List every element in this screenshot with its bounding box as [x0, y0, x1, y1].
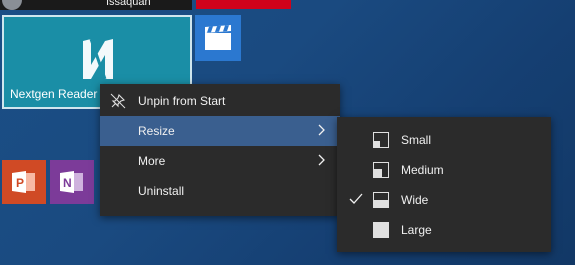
medium-size-icon: [373, 162, 389, 178]
size-option-medium[interactable]: Medium: [337, 155, 551, 185]
resize-submenu: Small Medium Wide Large: [337, 117, 551, 252]
menu-item-label: Unpin from Start: [138, 94, 226, 108]
onenote-icon: N: [60, 171, 83, 193]
size-option-small[interactable]: Small: [337, 125, 551, 155]
menu-item-more[interactable]: More: [100, 146, 340, 176]
size-option-large[interactable]: Large: [337, 215, 551, 245]
tile-powerpoint[interactable]: P: [2, 160, 46, 204]
username-label[interactable]: Issaquah: [106, 0, 151, 8]
size-option-label: Wide: [401, 193, 429, 207]
checkmark-icon: [349, 193, 363, 204]
tile-movies[interactable]: [195, 15, 241, 61]
tile-context-menu: Unpin from Start Resize More Uninstall: [100, 84, 340, 216]
svg-text:P: P: [16, 176, 24, 190]
menu-item-label: More: [138, 154, 166, 168]
chevron-right-icon: [318, 124, 325, 136]
small-size-icon: [373, 132, 389, 148]
powerpoint-icon: P: [12, 171, 35, 193]
large-size-icon: [373, 222, 389, 238]
svg-text:N: N: [63, 176, 72, 190]
menu-item-uninstall[interactable]: Uninstall: [100, 176, 340, 206]
size-option-label: Large: [401, 223, 432, 237]
red-tile[interactable]: [196, 0, 291, 9]
menu-item-label: Uninstall: [138, 184, 185, 198]
wide-size-icon: [373, 192, 389, 208]
tile-label: Nextgen Reader: [10, 87, 98, 101]
menu-item-label: Resize: [138, 124, 175, 138]
unpin-icon: [110, 93, 126, 109]
size-option-label: Medium: [401, 163, 444, 177]
size-option-wide[interactable]: Wide: [337, 185, 551, 215]
nextgen-logo-icon: [83, 38, 113, 80]
menu-item-unpin[interactable]: Unpin from Start: [100, 86, 340, 116]
chevron-right-icon: [318, 154, 325, 166]
user-strip: [0, 0, 192, 10]
tile-onenote[interactable]: N: [50, 160, 94, 204]
menu-item-resize[interactable]: Resize: [100, 116, 340, 146]
size-option-label: Small: [401, 133, 432, 147]
clapperboard-icon: [205, 25, 231, 50]
